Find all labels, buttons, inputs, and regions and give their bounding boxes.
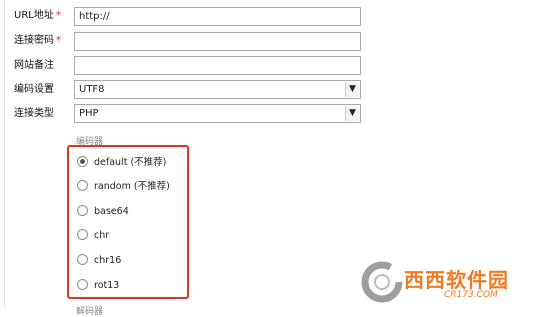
url-input[interactable] [75, 8, 359, 25]
option-label: default (不推荐) [94, 157, 167, 168]
watermark-text: 西西软件园 [404, 268, 509, 292]
chevron-down-icon[interactable]: ▼ [345, 106, 359, 121]
note-field[interactable] [74, 56, 361, 75]
radio-icon[interactable] [77, 205, 88, 216]
password-field[interactable] [74, 32, 361, 51]
encoder-option-random[interactable]: random (不推荐) [77, 180, 170, 194]
watermark-url: CR173.COM [444, 290, 498, 300]
encoder-options-box: default (不推荐) random (不推荐) base64 chr ch… [67, 145, 189, 299]
required-mark: * [56, 35, 61, 46]
encoder-option-chr[interactable]: chr [77, 229, 109, 243]
url-label: URL地址 * [14, 10, 61, 21]
type-select[interactable]: PHP ▼ [74, 104, 361, 123]
encoding-value: UTF8 [79, 84, 105, 95]
encoder-option-rot13[interactable]: rot13 [77, 279, 119, 293]
option-label: random (不推荐) [94, 181, 170, 192]
encoding-label: 编码设置 [14, 84, 54, 95]
option-label: base64 [94, 206, 129, 217]
radio-icon[interactable] [77, 254, 88, 265]
left-divider [4, 0, 5, 309]
encoder-option-chr16[interactable]: chr16 [77, 254, 121, 268]
password-label: 连接密码 * [14, 35, 61, 46]
radio-icon[interactable] [77, 156, 88, 167]
radio-icon[interactable] [77, 279, 88, 290]
url-field[interactable] [74, 7, 361, 26]
radio-icon[interactable] [77, 180, 88, 191]
type-value: PHP [79, 108, 99, 119]
encoder-option-base64[interactable]: base64 [77, 205, 129, 219]
option-label: rot13 [94, 280, 120, 291]
required-mark: * [55, 10, 61, 21]
radio-icon[interactable] [77, 229, 88, 240]
option-label: chr16 [94, 255, 122, 266]
note-input[interactable] [75, 57, 359, 74]
encoding-select[interactable]: UTF8 ▼ [74, 80, 361, 99]
type-label: 连接类型 [14, 108, 54, 119]
decoder-title: 解码器 [76, 307, 104, 317]
note-label: 网站备注 [14, 60, 54, 71]
chevron-down-icon[interactable]: ▼ [345, 82, 359, 97]
option-label: chr [94, 230, 110, 241]
encoder-option-default[interactable]: default (不推荐) [77, 156, 166, 170]
password-input[interactable] [75, 33, 359, 50]
